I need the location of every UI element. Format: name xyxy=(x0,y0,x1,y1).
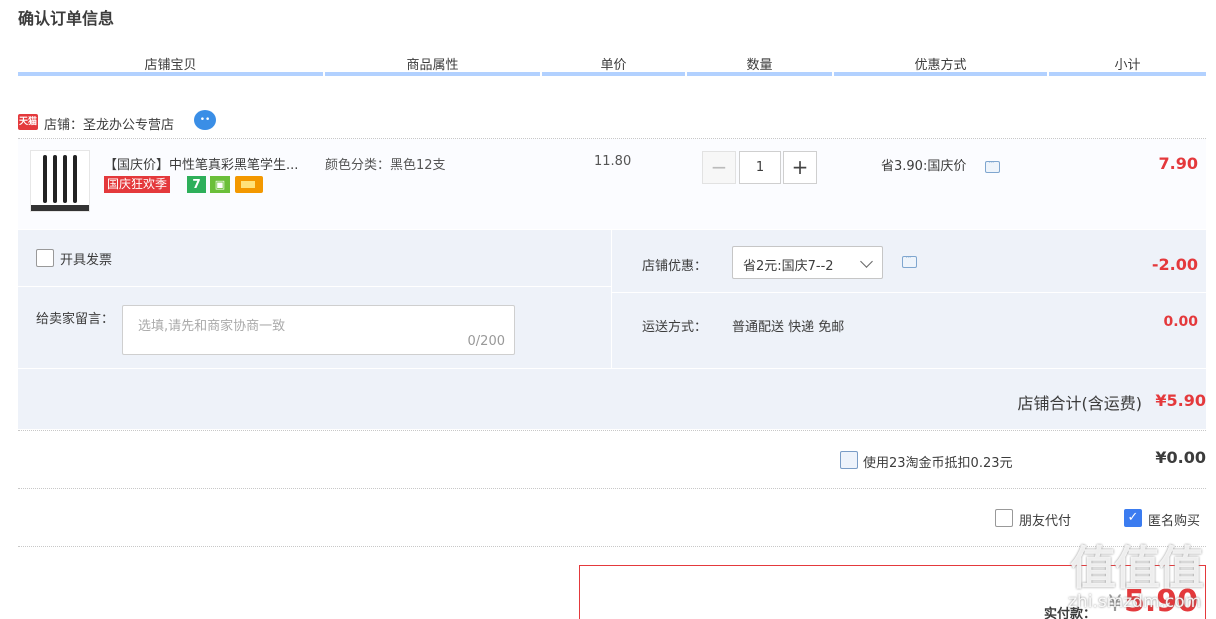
invoice-checkbox[interactable] xyxy=(36,249,54,267)
coin-deduct-checkbox[interactable] xyxy=(840,451,858,469)
shop-total-value: ¥5.90 xyxy=(1155,391,1206,410)
quantity-input[interactable]: 1 xyxy=(739,151,781,184)
panel-divider xyxy=(611,230,612,368)
coin-deduct-label: 使用23淘金币抵扣0.23元 xyxy=(863,456,1013,471)
column-header-quantity: 数量 xyxy=(746,58,773,73)
column-bar xyxy=(325,72,540,76)
pen-shape xyxy=(43,155,47,203)
watermark-url: zhi.smzdm.com xyxy=(1068,592,1202,612)
pen-shape xyxy=(73,155,77,203)
comment-icon[interactable] xyxy=(902,253,917,268)
friend-pay-label: 朋友代付 xyxy=(1019,514,1072,529)
shop-coupon-select[interactable]: 省2元:国庆7--2 xyxy=(732,246,883,279)
promo-tag: 国庆狂欢季 xyxy=(104,176,171,193)
anonymous-purchase-checkbox[interactable]: ✓ xyxy=(1124,509,1142,527)
tmall-badge-icon: 天猫 xyxy=(18,114,38,130)
chevron-down-icon xyxy=(860,255,873,268)
column-bar xyxy=(834,72,1047,76)
shop-discount-value: -2.00 xyxy=(1151,255,1198,274)
column-header-price: 单价 xyxy=(600,58,627,73)
shop-name-link[interactable]: 店铺：圣龙办公专营店 xyxy=(44,114,174,133)
column-header-attribute: 商品属性 xyxy=(406,58,459,73)
package-base xyxy=(31,205,89,211)
remark-textarea[interactable]: 选填,请先和商家协商一致 0/200 xyxy=(122,305,515,355)
column-bar xyxy=(18,72,323,76)
remark-char-count: 0/200 xyxy=(467,334,505,349)
divider xyxy=(18,546,1206,547)
column-bar xyxy=(687,72,832,76)
column-bar xyxy=(1049,72,1206,76)
panel-divider xyxy=(18,286,611,287)
pen-shape xyxy=(63,155,67,203)
unit-price: 11.80 xyxy=(594,154,632,169)
column-header-discount: 优惠方式 xyxy=(914,58,967,73)
divider xyxy=(18,488,1206,489)
column-header-subtotal: 小计 xyxy=(1114,58,1141,73)
coin-deduct-value: ¥0.00 xyxy=(1155,448,1206,467)
item-title-link[interactable]: 【国庆价】中性笔真彩黑笔学生... xyxy=(104,154,318,173)
item-subtotal: 7.90 xyxy=(1158,154,1198,173)
credit-card-icon xyxy=(235,176,263,193)
shop-total-label: 店铺合计(含运费) xyxy=(1017,394,1143,413)
quantity-decrease-button[interactable]: − xyxy=(702,151,736,184)
shipping-label: 运送方式： xyxy=(642,320,708,335)
remark-label: 给卖家留言： xyxy=(36,312,115,327)
shipping-method: 普通配送 快递 免邮 xyxy=(732,320,845,335)
anonymous-purchase-label: 匿名购买 xyxy=(1148,514,1201,529)
mobile-icon: ▣ xyxy=(210,176,230,193)
seven-day-return-icon: 7 xyxy=(187,176,206,193)
divider xyxy=(18,430,1206,431)
remark-placeholder: 选填,请先和商家协商一致 xyxy=(138,319,286,334)
column-bar xyxy=(542,72,685,76)
invoice-label: 开具发票 xyxy=(60,253,113,268)
item-attribute: 颜色分类：黑色12支 xyxy=(325,158,446,173)
pen-shape xyxy=(53,155,57,203)
shop-discount-label: 店铺优惠： xyxy=(642,259,708,274)
shipping-fee: 0.00 xyxy=(1163,314,1198,330)
column-header-item: 店铺宝贝 xyxy=(144,58,197,73)
product-thumbnail[interactable] xyxy=(30,150,90,212)
page-title: 确认订单信息 xyxy=(18,9,115,28)
watermark-logo: 值值值 xyxy=(1070,541,1204,595)
quantity-increase-button[interactable]: + xyxy=(783,151,817,184)
discount-note: 省3.90:国庆价 xyxy=(881,159,967,174)
comment-icon[interactable] xyxy=(985,158,1000,173)
friend-pay-checkbox[interactable] xyxy=(995,509,1013,527)
chat-bubble-icon[interactable]: •• xyxy=(194,110,216,130)
panel-divider xyxy=(612,292,1206,293)
coupon-selected-value: 省2元:国庆7--2 xyxy=(743,259,834,274)
